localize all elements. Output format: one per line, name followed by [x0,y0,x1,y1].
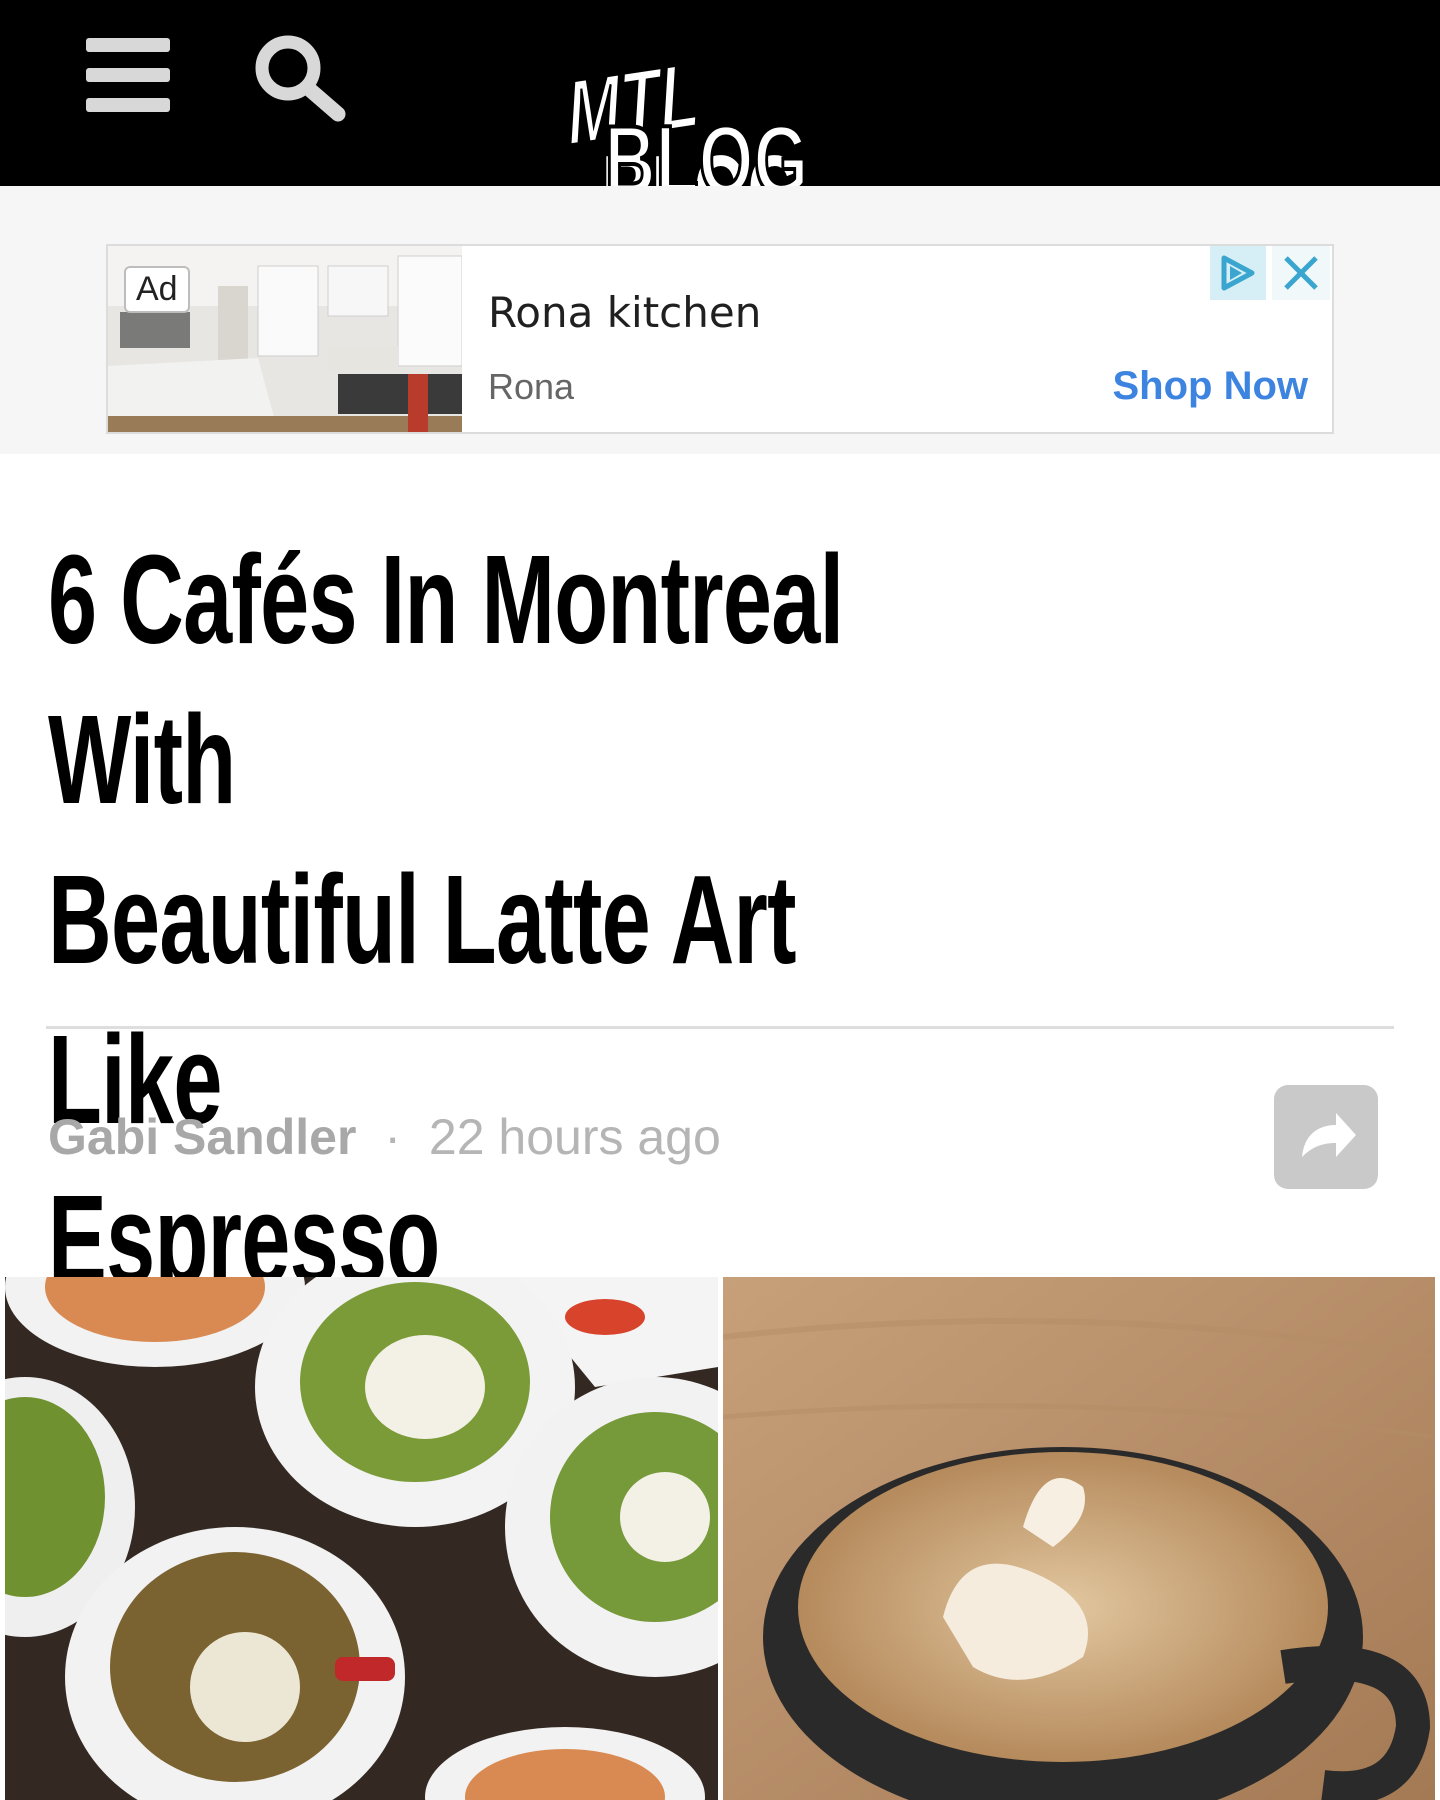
search-icon[interactable] [250,30,350,124]
ad-banner[interactable]: Ad Rona kitchen Rona Shop Now [106,244,1334,434]
ad-shop-now-link[interactable]: Shop Now [1112,364,1308,409]
ad-advertiser: Rona [488,366,575,407]
share-button[interactable] [1274,1085,1378,1189]
divider [46,1026,1394,1029]
headline-line-1: 6 Cafés In Montreal With [48,529,844,830]
adchoices-icon[interactable] [1210,246,1266,300]
ad-kitchen-image[interactable]: Ad [108,246,462,432]
ad-title[interactable]: Rona kitchen [488,288,761,337]
matcha-latte-art-photo[interactable] [5,1277,718,1800]
hamburger-menu-icon[interactable] [86,38,170,112]
hero-images [5,1277,1435,1800]
ad-badge: Ad [124,266,190,313]
share-arrow-icon [1302,1113,1356,1157]
publish-time: 22 hours ago [428,1109,721,1165]
author-link[interactable]: Gabi Sandler [48,1109,356,1165]
site-header: BLOG MTL BLOG [0,0,1440,226]
byline: Gabi Sandler · 22 hours ago [48,1108,721,1166]
byline-separator: · [384,1109,401,1165]
close-icon[interactable] [1272,246,1330,300]
swan-latte-photo[interactable] [723,1277,1435,1800]
